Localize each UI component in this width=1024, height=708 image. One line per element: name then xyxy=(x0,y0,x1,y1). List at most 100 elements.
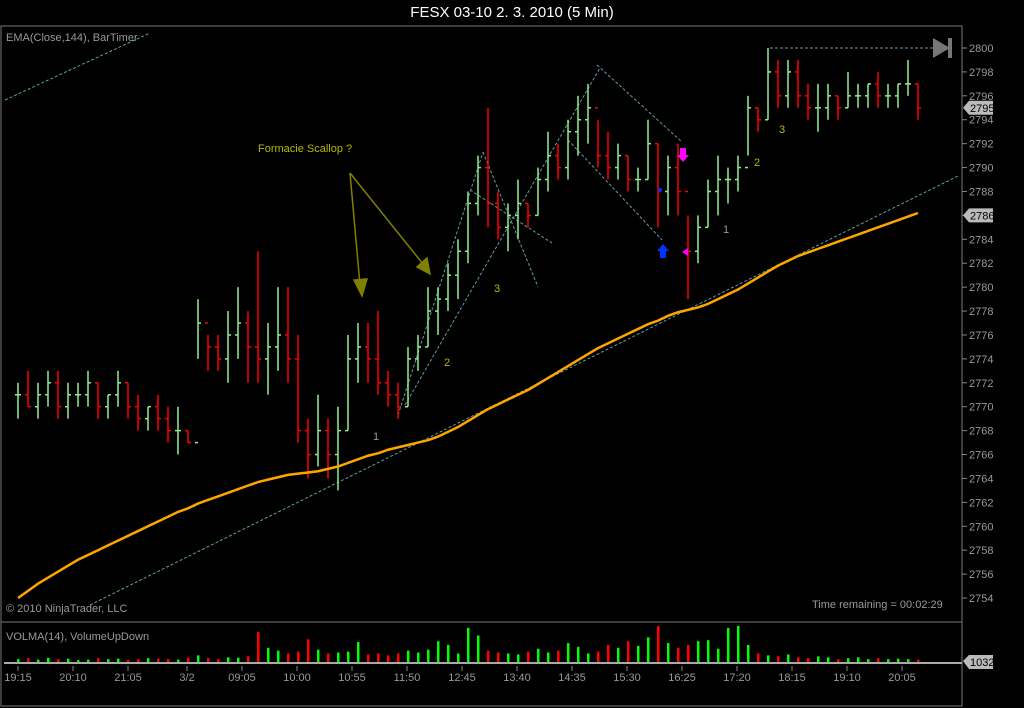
volume-bar xyxy=(197,655,200,662)
volume-bar xyxy=(917,659,920,662)
ohlc-bar xyxy=(735,155,741,192)
volume-bar xyxy=(857,657,860,662)
volume-bar xyxy=(747,644,750,662)
volume-bar xyxy=(787,654,790,662)
volume-bars xyxy=(17,626,920,662)
x-tick-label: 19:15 xyxy=(4,672,32,684)
ohlc-bar xyxy=(135,394,141,431)
price-chart[interactable]: EMA(Close,144), BarTimer © 2010 NinjaTra… xyxy=(0,0,1024,708)
volume-bar xyxy=(377,653,380,662)
volume-bar xyxy=(707,640,710,662)
volume-bar xyxy=(487,650,490,662)
ohlc-bar xyxy=(725,167,731,204)
ema-line xyxy=(17,211,919,600)
volume-bar xyxy=(887,659,890,662)
ohlc-bar xyxy=(875,71,881,108)
volume-bar xyxy=(537,648,540,662)
y-tick-label: 2782 xyxy=(969,258,993,270)
volume-bar xyxy=(457,653,460,662)
volume-bar xyxy=(467,627,470,662)
volume-bar xyxy=(167,659,170,662)
volume-bar xyxy=(247,656,250,662)
ohlc-bar xyxy=(95,382,101,419)
ohlc-bar xyxy=(75,382,81,407)
y-tick-label: 2774 xyxy=(969,354,993,366)
trendlines[interactable] xyxy=(4,32,959,606)
ohlc-bar xyxy=(25,370,31,408)
volume-bar xyxy=(287,653,290,662)
buy-arrow-icon xyxy=(657,244,669,258)
ohlc-bar xyxy=(345,334,351,432)
ohlc-bar xyxy=(365,323,371,383)
ohlc-bar xyxy=(775,59,781,108)
ohlc-bar xyxy=(705,179,711,229)
ohlc-bar xyxy=(565,119,571,180)
y-tick-label: 2778 xyxy=(969,306,993,318)
ohlc-bar xyxy=(35,382,41,419)
y-tick-label: 2784 xyxy=(969,234,993,246)
ohlc-bar xyxy=(555,143,561,180)
scallop-label: Formacie Scallop ? xyxy=(258,143,352,155)
ohlc-bar xyxy=(855,83,861,108)
ohlc-bar xyxy=(195,299,201,444)
volume-bar xyxy=(867,659,870,662)
ohlc-bar xyxy=(455,239,461,300)
volume-bar xyxy=(257,631,260,662)
x-tick-label: 20:10 xyxy=(59,672,87,684)
x-tick-label: 11:50 xyxy=(394,672,421,684)
play-end-icon[interactable] xyxy=(933,38,950,58)
ohlc-bar xyxy=(395,382,401,419)
ohlc-bar xyxy=(425,287,431,348)
volume-bar xyxy=(137,659,140,662)
ohlc-bar xyxy=(215,334,221,371)
x-tick-label: 21:05 xyxy=(114,672,142,684)
volume-bar xyxy=(237,657,240,662)
arrow-head-icon xyxy=(352,278,369,299)
ohlc-bar xyxy=(255,251,261,383)
x-tick-label: 12:45 xyxy=(448,672,476,684)
volume-bar xyxy=(797,657,800,662)
ohlc-bar xyxy=(165,406,171,443)
ohlc-bar xyxy=(315,394,321,467)
volume-indicator-label: VOLMA(14), VolumeUpDown xyxy=(6,631,149,643)
volume-bar xyxy=(37,659,40,662)
volume-bar xyxy=(77,660,80,662)
volume-bar xyxy=(497,652,500,662)
ohlc-bar xyxy=(485,107,491,228)
volume-bar xyxy=(527,651,530,662)
volume-bar xyxy=(897,658,900,662)
ohlc-bar xyxy=(635,167,641,192)
wave-2-label: 2 xyxy=(754,157,760,169)
ohlc-bar xyxy=(645,119,651,181)
indicator-label: EMA(Close,144), BarTimer xyxy=(6,32,138,44)
volume-bar xyxy=(847,658,850,662)
ohlc-bar xyxy=(375,311,381,395)
ohlc-bar xyxy=(265,323,271,395)
volume-bar xyxy=(117,658,120,662)
annotation-arrow xyxy=(349,172,424,265)
volume-bar xyxy=(347,651,350,662)
x-tick-label: 14:35 xyxy=(558,672,586,684)
volume-bar xyxy=(227,657,230,662)
ohlc-bar xyxy=(905,59,911,96)
volume-bar xyxy=(557,650,560,662)
volume-bar xyxy=(447,644,450,662)
ohlc-bar xyxy=(295,334,301,443)
volume-bar xyxy=(157,658,160,662)
trendline xyxy=(404,67,601,406)
volume-bar xyxy=(67,658,70,662)
trendline xyxy=(482,151,539,288)
ohlc-bar xyxy=(865,83,871,108)
y-tick-label: 2788 xyxy=(969,186,993,198)
ohlc-bar xyxy=(15,382,21,419)
volume-bar xyxy=(407,650,410,662)
y-axis: 2754 2756 2758 2760 2762 2764 2766 2768 2770 2772… xyxy=(962,43,993,605)
exit-marker-icon xyxy=(682,248,688,256)
volume-bar xyxy=(107,659,110,662)
volume-bar xyxy=(837,659,840,662)
volume-bar xyxy=(267,647,270,662)
ohlc-bar xyxy=(175,406,181,455)
ohlc-bar xyxy=(275,287,281,371)
ohlc-bar xyxy=(885,83,891,108)
volume-bar xyxy=(667,643,670,662)
